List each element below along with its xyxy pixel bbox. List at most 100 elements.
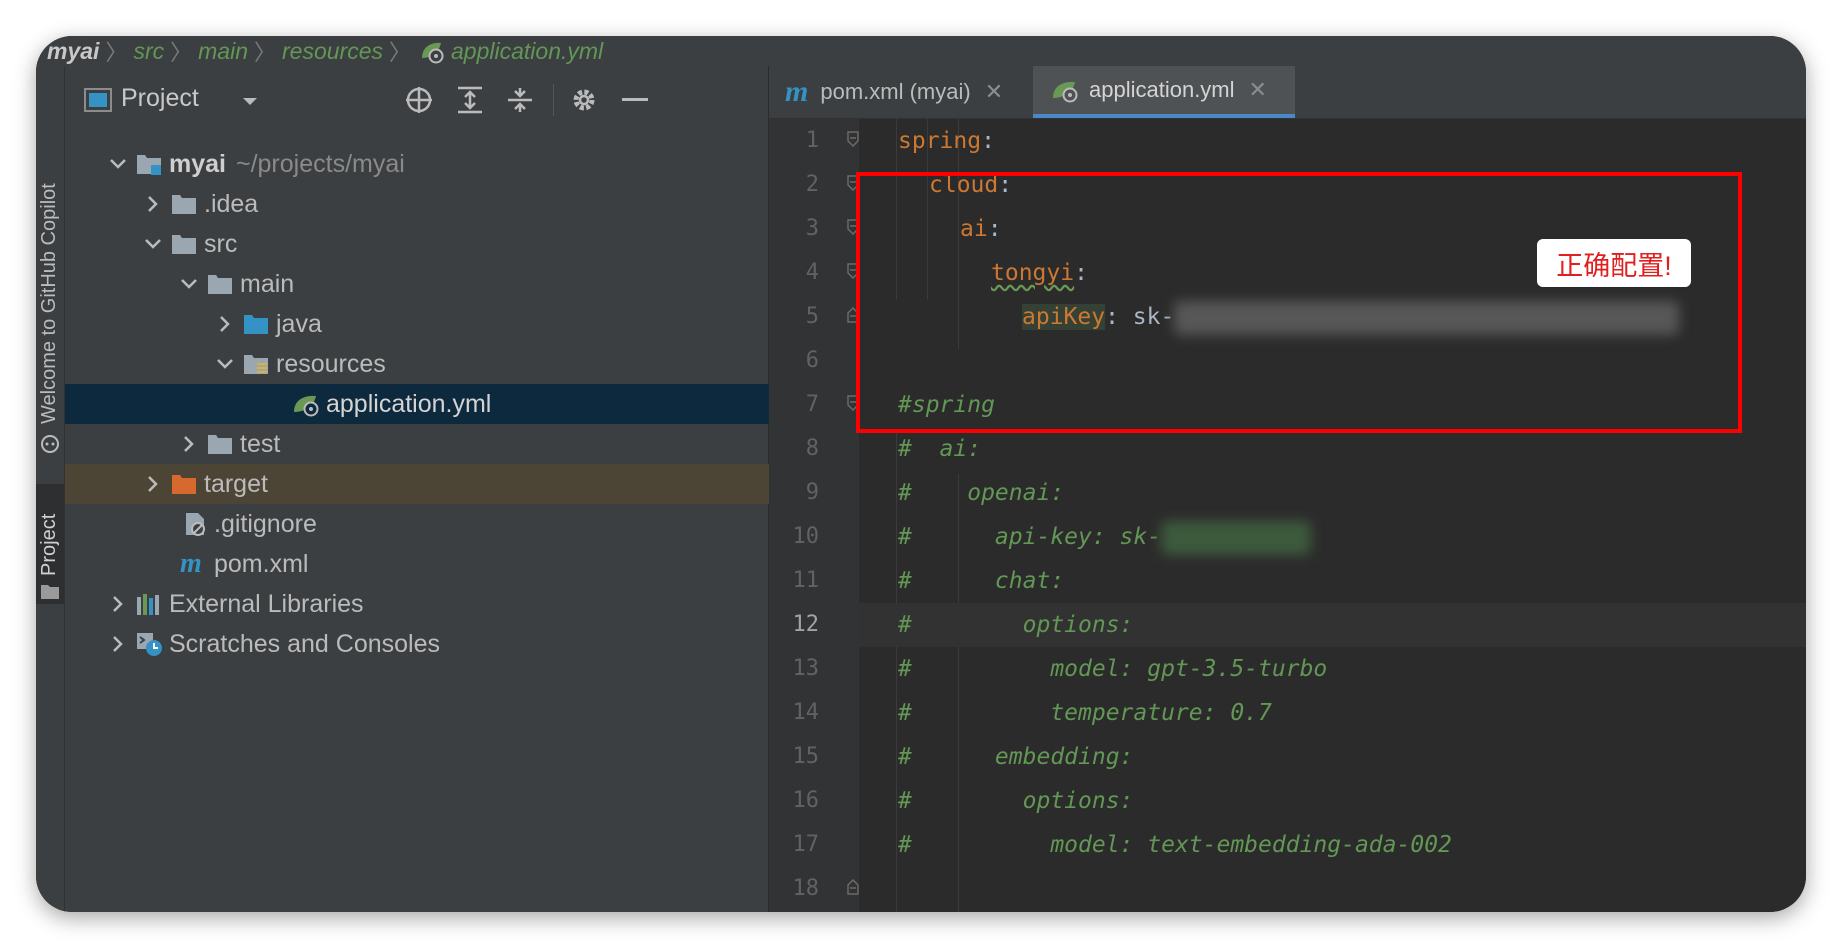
line-number: 7 bbox=[805, 392, 819, 417]
editor-tab-bar: m pom.xml (myai) ✕ application.yml ✕ bbox=[769, 66, 1806, 119]
line-number: 11 bbox=[792, 568, 820, 593]
tree-node-label: target bbox=[204, 469, 268, 498]
tree-node-label: pom.xml bbox=[214, 549, 309, 578]
chevron-down-icon[interactable] bbox=[212, 351, 238, 377]
breadcrumb-separator: 〉 bbox=[389, 40, 412, 65]
yaml-comment: # model: text-embedding-ada-002 bbox=[898, 832, 1452, 858]
tree-node-scratches[interactable]: Scratches and Consoles bbox=[65, 624, 808, 664]
code-line: # options: bbox=[898, 779, 1133, 823]
tree-node-main[interactable]: main bbox=[65, 264, 879, 304]
redacted-api-key bbox=[1161, 520, 1312, 555]
chevron-right-icon[interactable] bbox=[105, 591, 131, 617]
yaml-key: spring bbox=[898, 128, 982, 154]
tree-node-label: .gitignore bbox=[214, 509, 317, 538]
expand-all-icon[interactable] bbox=[456, 86, 484, 114]
line-number: 18 bbox=[792, 876, 820, 901]
minimize-icon[interactable] bbox=[622, 98, 648, 102]
folder-icon bbox=[208, 435, 232, 454]
resources-folder-icon bbox=[244, 355, 268, 374]
code-line: # embedding: bbox=[898, 735, 1133, 779]
tree-node-pom-xml[interactable]: m pom.xml bbox=[65, 544, 879, 584]
chevron-down-icon[interactable] bbox=[105, 151, 131, 177]
breadcrumb-item[interactable]: main bbox=[192, 38, 254, 65]
maven-icon: m bbox=[785, 75, 809, 108]
close-icon[interactable]: ✕ bbox=[1249, 77, 1267, 103]
module-folder-icon bbox=[137, 155, 161, 175]
locate-icon[interactable] bbox=[404, 85, 434, 115]
project-panel-title[interactable]: Project bbox=[121, 84, 199, 113]
line-number: 17 bbox=[792, 832, 820, 857]
chevron-right-icon[interactable] bbox=[212, 311, 238, 337]
code-line: # model: gpt-3.5-turbo bbox=[898, 647, 1327, 691]
tree-node-external-libraries[interactable]: External Libraries bbox=[65, 584, 808, 624]
fold-marker-icon[interactable] bbox=[847, 131, 859, 147]
chevron-right-icon[interactable] bbox=[105, 631, 131, 657]
folder-icon bbox=[172, 195, 196, 214]
folder-icon bbox=[41, 585, 59, 599]
indent-guide bbox=[896, 429, 897, 912]
yaml-comment: # options: bbox=[898, 612, 1134, 638]
stripe-tab-project[interactable]: Project bbox=[38, 514, 61, 576]
code-line: # temperature: 0.7 bbox=[898, 691, 1272, 735]
line-number: 15 bbox=[792, 744, 820, 769]
excluded-folder-icon bbox=[172, 475, 196, 494]
code-line: spring: bbox=[898, 119, 995, 163]
copilot-icon bbox=[41, 435, 59, 453]
yaml-comment: # model: gpt-3.5-turbo bbox=[898, 656, 1328, 682]
tab-application-yml[interactable]: application.yml ✕ bbox=[1033, 66, 1295, 118]
tree-node-path: ~/projects/myai bbox=[235, 149, 405, 178]
collapse-all-icon[interactable] bbox=[506, 86, 534, 114]
tree-node-idea[interactable]: .idea bbox=[65, 184, 843, 224]
tree-node-label: java bbox=[276, 309, 322, 338]
tree-node-label: Scratches and Consoles bbox=[169, 629, 440, 658]
tree-node-label: resources bbox=[276, 349, 386, 378]
close-icon[interactable]: ✕ bbox=[985, 79, 1003, 105]
breadcrumb-separator: 〉 bbox=[254, 40, 277, 65]
yaml-comment: # ai: bbox=[898, 436, 982, 462]
ignore-file-icon bbox=[186, 513, 205, 536]
yaml-comment: # options: bbox=[898, 788, 1134, 814]
yaml-comment: # api-key: sk- bbox=[898, 524, 1162, 550]
toolbar-divider bbox=[553, 84, 554, 116]
breadcrumb-item[interactable]: resources bbox=[276, 38, 389, 65]
tree-node-gitignore[interactable]: .gitignore bbox=[65, 504, 879, 544]
line-number: 10 bbox=[792, 524, 820, 549]
code-line: # chat: bbox=[898, 559, 1064, 603]
fold-end-icon[interactable] bbox=[847, 879, 859, 895]
chevron-down-icon[interactable] bbox=[140, 231, 166, 257]
breadcrumb-item[interactable]: src bbox=[127, 38, 170, 65]
project-panel: Project myai ~/projects/myai .idea src m… bbox=[65, 66, 991, 912]
spring-yml-icon bbox=[422, 42, 444, 64]
breadcrumb-item[interactable]: application.yml bbox=[445, 38, 609, 65]
chevron-down-icon[interactable] bbox=[176, 271, 202, 297]
folder-icon bbox=[208, 275, 232, 294]
tool-window-stripe: Welcome to GitHub Copilot Project bbox=[36, 66, 65, 912]
chevron-down-icon[interactable] bbox=[241, 96, 259, 108]
gear-icon[interactable] bbox=[570, 86, 598, 114]
code-line-current: # options: bbox=[859, 603, 1806, 647]
ide-window: myai 〉 src 〉 main 〉 resources 〉 applicat… bbox=[36, 36, 1806, 912]
tab-label: application.yml bbox=[1089, 77, 1235, 102]
breadcrumb-separator: 〉 bbox=[105, 40, 128, 65]
scratches-icon bbox=[137, 633, 162, 656]
breadcrumb-item[interactable]: myai bbox=[36, 38, 105, 65]
chevron-right-icon[interactable] bbox=[140, 471, 166, 497]
tree-node-label: test bbox=[240, 429, 281, 458]
annotation-note: 正确配置! bbox=[1537, 239, 1691, 287]
folder-icon bbox=[172, 235, 196, 254]
code-line: # api-key: sk- bbox=[898, 515, 1312, 559]
tree-node-test[interactable]: test bbox=[65, 424, 879, 464]
tree-node-label: src bbox=[204, 229, 238, 258]
breadcrumb: myai 〉 src 〉 main 〉 resources 〉 applicat… bbox=[36, 36, 1806, 66]
line-number: 9 bbox=[805, 480, 819, 505]
spring-yml-icon bbox=[1053, 81, 1078, 103]
line-number: 16 bbox=[792, 788, 820, 813]
chevron-right-icon[interactable] bbox=[140, 191, 166, 217]
tree-node-myai[interactable]: myai ~/projects/myai bbox=[65, 144, 808, 184]
chevron-right-icon[interactable] bbox=[176, 431, 202, 457]
stripe-tab-copilot[interactable]: Welcome to GitHub Copilot bbox=[38, 183, 61, 424]
tree-node-src[interactable]: src bbox=[65, 224, 843, 264]
tree-node-target[interactable]: target bbox=[65, 464, 843, 504]
line-number: 14 bbox=[792, 700, 820, 725]
tab-pom-xml[interactable]: m pom.xml (myai) ✕ bbox=[769, 66, 1031, 118]
